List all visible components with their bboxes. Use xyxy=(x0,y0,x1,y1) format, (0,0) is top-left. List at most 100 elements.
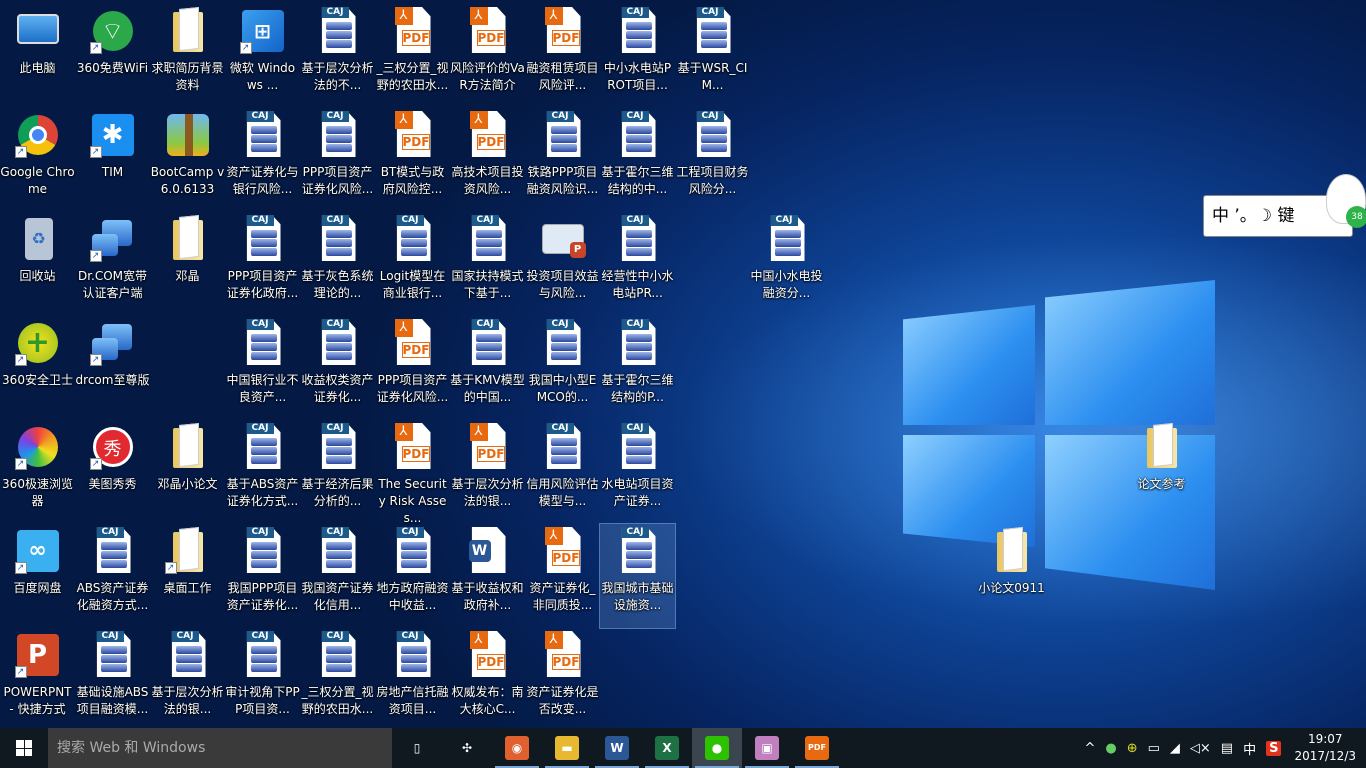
desktop-icon-pdf[interactable]: ⅄ PDF BT模式与政府风险控... xyxy=(375,108,450,212)
desktop-icon-baidu[interactable]: ∞ ↗ 百度网盘 xyxy=(0,524,75,628)
power-icon[interactable]: ▭ xyxy=(1148,741,1160,756)
ime-status-bar[interactable]: 中 ’。☽ 键 38 xyxy=(1203,174,1366,237)
desktop-icon-caj[interactable]: CAJ 基于KMV模型的中国... xyxy=(450,316,525,420)
desktop-icon-wifi[interactable]: ⌔ ↗ 360免费WiFi xyxy=(75,4,150,108)
desktop-icon-pc[interactable]: 此电脑 xyxy=(0,4,75,108)
desktop-icon-pdf[interactable]: ⅄ PDF 高技术项目投资风险... xyxy=(450,108,525,212)
desktop-icon-label: Google Chrome xyxy=(0,165,75,196)
taskbar-task-view[interactable]: ▯ xyxy=(392,728,442,768)
desktop-icon-label: 信用风险评估模型与... xyxy=(526,477,599,508)
desktop-icon-360browser[interactable]: ↗ 360极速浏览器 xyxy=(0,420,75,524)
desktop-icon-label: 收益权类资产证券化... xyxy=(301,373,374,404)
taskbar-pdf-reader[interactable]: PDF xyxy=(792,728,842,768)
desktop-icon-label: PPP项目资产证券化风险... xyxy=(301,165,374,196)
desktop-icon-caj[interactable]: CAJ 资产证券化与银行风险... xyxy=(225,108,300,212)
desktop-icon-label: 我国城市基础设施资... xyxy=(601,581,674,612)
taskbar-360-browser[interactable]: ◉ xyxy=(492,728,542,768)
start-button[interactable] xyxy=(0,728,48,768)
folder-icon xyxy=(987,526,1037,576)
desktop-icon-word[interactable]: W 基于收益权和政府补... xyxy=(450,524,525,628)
desktop-icon-caj[interactable]: CAJ Logit模型在商业银行... xyxy=(375,212,450,316)
volume-muted-icon[interactable]: ◁× xyxy=(1190,741,1211,756)
desktop-icon-caj[interactable]: CAJ 我国资产证券化信用... xyxy=(300,524,375,628)
desktop-icon-folder[interactable]: 求职简历背景资料 xyxy=(150,4,225,108)
desktop-icon-caj[interactable]: CAJ 我国城市基础设施资... xyxy=(599,523,676,629)
desktop-icon-pdf[interactable]: ⅄ PDF 风险评价的VaR方法简介 xyxy=(450,4,525,108)
desktop-icon-caj[interactable]: CAJ ABS资产证券化融资方式... xyxy=(75,524,150,628)
desktop-icon-caj[interactable]: CAJ 基于层次分析法的不... xyxy=(300,4,375,108)
windows-logo-pane xyxy=(1045,280,1215,425)
desktop-icon-caj[interactable]: CAJ 信用风险评估模型与... xyxy=(525,420,600,524)
desktop-icon-caj[interactable]: CAJ _三权分置_视野的农田水... xyxy=(300,628,375,732)
desktop-icon-chrome[interactable]: ↗ Google Chrome xyxy=(0,108,75,212)
taskbar-word[interactable]: W xyxy=(592,728,642,768)
desktop-icon-pdf[interactable]: ⅄ PDF 融资租赁项目风险评... xyxy=(525,4,600,108)
desktop-icon-caj[interactable]: CAJ 基于灰色系统理论的... xyxy=(300,212,375,316)
caj-icon: CAJ xyxy=(613,526,663,576)
desktop-icon-pdf[interactable]: ⅄ PDF 基于层次分析法的银... xyxy=(450,420,525,524)
desktop-icon-360safe[interactable]: + ↗ 360安全卫士 xyxy=(0,316,75,420)
desktop-icon-caj[interactable]: CAJ 基于经济后果分析的... xyxy=(300,420,375,524)
desktop-icon-ppt-image[interactable]: P 投资项目效益与风险... xyxy=(525,212,600,316)
desktop-icon-caj[interactable]: CAJ 基于层次分析法的银... xyxy=(150,628,225,732)
desktop-icon-caj[interactable]: CAJ 基于霍尔三维结构的P... xyxy=(600,316,675,420)
desktop-icon-pdf[interactable]: ⅄ PDF The Security Risk Asses... xyxy=(375,420,450,525)
desktop-icon-caj[interactable]: CAJ PPP项目资产证券化政府... xyxy=(225,212,300,316)
desktop-icon-label: 铁路PPP项目融资风险识... xyxy=(526,165,599,196)
desktop-icon-folder[interactable]: 邓晶 xyxy=(150,212,225,316)
desktop-icon-caj[interactable]: CAJ 基础设施ABS项目融资模... xyxy=(75,628,150,732)
desktop-icon-pdf[interactable]: ⅄ PDF _三权分置_视野的农田水... xyxy=(375,4,450,108)
desktop-icon-tim[interactable]: ✱ ↗ TIM xyxy=(75,108,150,212)
sogou-icon[interactable]: S xyxy=(1266,740,1282,756)
desktop-icon-caj[interactable]: CAJ 水电站项目资产证券... xyxy=(600,420,675,524)
desktop-icon-meitu[interactable]: 秀 ↗ 美图秀秀 xyxy=(75,420,150,524)
desktop-icon-folder[interactable]: ↗ 桌面工作 xyxy=(150,524,225,628)
desktop-icon-caj[interactable]: CAJ 房地产信托融资项目... xyxy=(375,628,450,732)
desktop-icon-pdf[interactable]: ⅄ PDF PPP项目资产证券化风险... xyxy=(375,316,450,420)
desktop-icon-ppt[interactable]: P ↗ POWERPNT - 快捷方式 xyxy=(0,628,75,732)
clock[interactable]: 19:07 2017/12/3 xyxy=(1294,731,1356,765)
desktop-icon-caj[interactable]: CAJ 基于WSR_CIM... xyxy=(675,4,750,108)
desktop-icon-recycle[interactable]: ♻ 回收站 xyxy=(0,212,75,316)
notification-icon[interactable]: ▤ xyxy=(1221,741,1233,756)
desktop-icon-caj[interactable]: CAJ 基于ABS资产证券化方式... xyxy=(225,420,300,524)
desktop-icon-caj[interactable]: CAJ 地方政府融资中收益... xyxy=(375,524,450,628)
desktop-icon-drcom[interactable]: ↗ Dr.COM宽带认证客户端 xyxy=(75,212,150,316)
desktop-icon-caj[interactable]: CAJ 基于霍尔三维结构的中... xyxy=(600,108,675,212)
desktop-icon-pdf[interactable]: ⅄ PDF 权威发布：南大核心C... xyxy=(450,628,525,732)
desktop-icon-folder[interactable]: 小论文0911 xyxy=(974,524,1049,628)
desktop-icon-caj[interactable]: CAJ PPP项目资产证券化风险... xyxy=(300,108,375,212)
search-input[interactable]: 搜索 Web 和 Windows xyxy=(48,728,392,768)
desktop-icon-caj[interactable]: CAJ 国家扶持模式下基于... xyxy=(450,212,525,316)
desktop-icon-drcom[interactable]: ↗ drcom至尊版 xyxy=(75,316,150,420)
taskbar-excel[interactable]: X xyxy=(642,728,692,768)
chevron-up-icon[interactable]: ^ xyxy=(1084,741,1095,756)
desktop-icon-caj[interactable]: CAJ 工程项目财务风险分... xyxy=(675,108,750,212)
taskbar-image-app[interactable]: ▣ xyxy=(742,728,792,768)
desktop-icon-caj[interactable]: CAJ 审计视角下PPP项目资... xyxy=(225,628,300,732)
desktop-icon-caj[interactable]: CAJ 我国中小型EMCO的... xyxy=(525,316,600,420)
ime-language[interactable]: 中 xyxy=(1243,739,1256,758)
desktop-icon-caj[interactable]: CAJ 经营性中小水电站PR... xyxy=(600,212,675,316)
desktop-icon-caj[interactable]: CAJ 我国PPP项目资产证券化... xyxy=(225,524,300,628)
desktop-icon-label: 投资项目效益与风险... xyxy=(526,269,599,300)
desktop-icon-caj[interactable]: CAJ 中小水电站PROT项目... xyxy=(600,4,675,108)
caj-icon: CAJ xyxy=(613,110,663,160)
wechat-tray-icon[interactable]: ● xyxy=(1105,741,1116,756)
desktop-icon-pdf[interactable]: ⅄ PDF 资产证券化是否改变... xyxy=(525,628,600,732)
desktop-icon-pdf[interactable]: ⅄ PDF 资产证券化_非同质投... xyxy=(525,524,600,628)
desktop-icon-caj[interactable]: CAJ 中国银行业不良资产... xyxy=(225,316,300,420)
desktop-icon-folder[interactable]: 论文参考 xyxy=(1124,420,1199,524)
taskbar-wechat[interactable]: ● xyxy=(692,728,742,768)
bootcamp-icon xyxy=(163,110,213,160)
360-tray-icon[interactable]: ⊕ xyxy=(1127,741,1138,756)
desktop-icon-windows[interactable]: ⊞ ↗ 微软 Windows ... xyxy=(225,4,300,108)
taskbar-fan-app[interactable]: ✣ xyxy=(442,728,492,768)
desktop-icon-caj[interactable]: CAJ 收益权类资产证券化... xyxy=(300,316,375,420)
taskbar-file-explorer[interactable]: ▬ xyxy=(542,728,592,768)
desktop-icon-caj[interactable]: CAJ 铁路PPP项目融资风险识... xyxy=(525,108,600,212)
desktop-icon-bootcamp[interactable]: BootCamp v6.0.6133 xyxy=(150,108,225,212)
wifi-icon[interactable]: ◢ xyxy=(1170,741,1180,756)
desktop-icon-folder[interactable]: 邓晶小论文 xyxy=(150,420,225,524)
desktop-icon-caj[interactable]: CAJ 中国小水电投融资分... xyxy=(749,212,824,316)
